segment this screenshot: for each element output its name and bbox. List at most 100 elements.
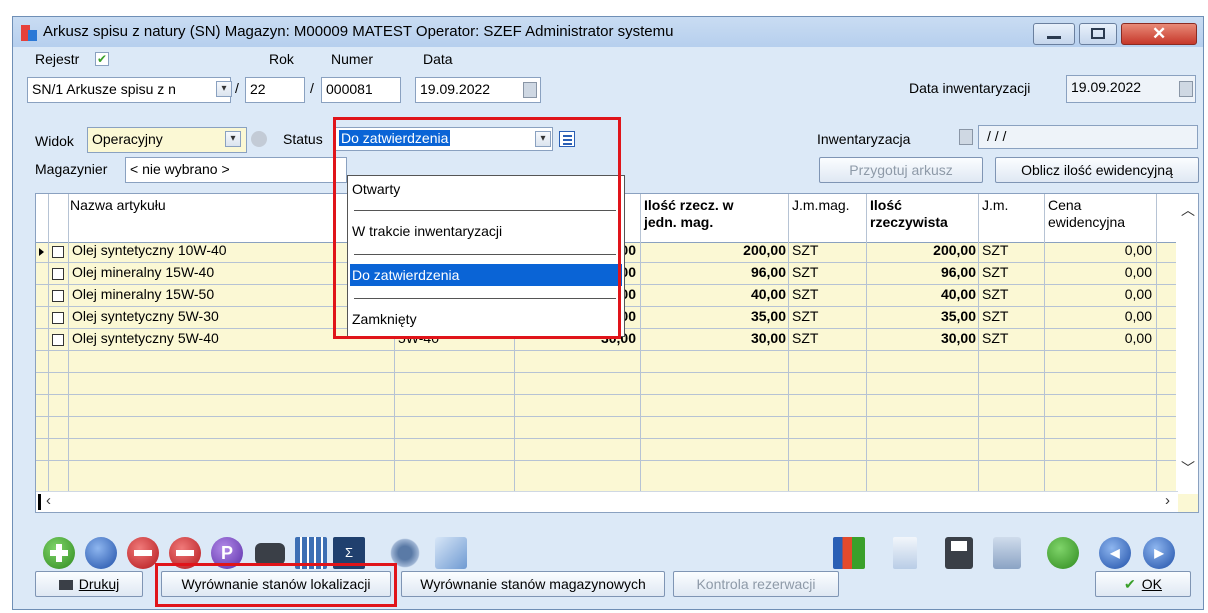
status-label: Status	[283, 131, 323, 147]
calendar-icon[interactable]	[1179, 81, 1193, 97]
numer-field[interactable]: 000081	[321, 77, 401, 103]
rejestr-field[interactable]: SN/1 Arkusze spisu z n	[27, 77, 231, 103]
copy-icon[interactable]	[993, 537, 1021, 569]
chevron-down-icon[interactable]: ▾	[225, 131, 241, 147]
row-nazwa[interactable]: Olej syntetyczny 5W-40	[72, 328, 219, 348]
col-jm-mag[interactable]: J.m.mag.	[792, 197, 850, 214]
close-button[interactable]: ✕	[1121, 23, 1197, 45]
magazynier-select[interactable]: < nie wybrano >	[125, 157, 347, 183]
chevron-down-icon[interactable]: ﹀	[1181, 458, 1195, 478]
oblicz-ilosc-button[interactable]: Oblicz ilość ewidencyjną	[995, 157, 1199, 183]
row-ilosc-rz[interactable]: 35,00	[870, 306, 976, 326]
row-checkbox[interactable]	[52, 334, 64, 346]
row-ilosc-rz[interactable]: 40,00	[870, 284, 976, 304]
chevron-left-icon[interactable]: ‹	[46, 492, 51, 509]
next-icon[interactable]: ▶	[1143, 537, 1175, 569]
row-ilosc-rz[interactable]: 96,00	[870, 262, 976, 282]
rok-field[interactable]: 22	[245, 77, 305, 103]
vertical-scrollbar[interactable]: ︿ ﹀	[1176, 194, 1198, 494]
chart-icon[interactable]	[833, 537, 865, 569]
row-jm-mag[interactable]: SZT	[792, 328, 818, 348]
col-ilosc-mag[interactable]: Ilość rzecz. w jedn. mag.	[644, 197, 733, 231]
chevron-up-icon[interactable]: ︿	[1181, 200, 1195, 220]
row-cena[interactable]: 0,00	[1048, 306, 1152, 326]
row-nazwa[interactable]: Olej mineralny 15W-50	[72, 284, 214, 304]
row-checkbox[interactable]	[52, 268, 64, 280]
ok-label: OK	[1141, 576, 1162, 592]
row-ilosc-mag[interactable]: 96,00	[644, 262, 786, 282]
col-jm[interactable]: J.m.	[982, 197, 1008, 214]
col-cena[interactable]: Cena ewidencyjna	[1048, 197, 1125, 231]
kontrola-rezerwacji-button[interactable]: Kontrola rezerwacji	[673, 571, 839, 597]
binoculars-icon[interactable]	[255, 543, 285, 565]
row-checkbox[interactable]	[52, 246, 64, 258]
inwentaryzacja-label: Inwentaryzacja	[817, 131, 911, 147]
col-cena-line2: ewidencyjna	[1048, 214, 1126, 230]
document-icon[interactable]	[893, 537, 917, 569]
row-jm-mag[interactable]: SZT	[792, 284, 818, 304]
row-jm[interactable]: SZT	[982, 306, 1008, 326]
row-nazwa[interactable]: Olej syntetyczny 10W-40	[72, 240, 227, 260]
row-ilosc-mag[interactable]: 40,00	[644, 284, 786, 304]
row-cena[interactable]: 0,00	[1048, 262, 1152, 282]
col-nazwa[interactable]: Nazwa artykułu	[70, 197, 166, 214]
chevron-down-icon[interactable]: ▾	[216, 81, 232, 97]
row-ilosc-mag[interactable]: 35,00	[644, 306, 786, 326]
col-ilosc-rz-line2: rzeczywista	[870, 214, 948, 230]
prev-icon[interactable]: ◀	[1099, 537, 1131, 569]
save-icon[interactable]	[945, 537, 973, 569]
row-ilosc-mag[interactable]: 200,00	[644, 240, 786, 260]
row-cena[interactable]: 0,00	[1048, 240, 1152, 260]
status-highlight-frame	[333, 117, 621, 339]
window-title: Arkusz spisu z natury (SN) Magazyn: M000…	[43, 23, 674, 40]
row-checkbox[interactable]	[52, 312, 64, 324]
row-ilosc-mag[interactable]: 30,00	[644, 328, 786, 348]
col-ilosc-rz[interactable]: Ilość rzeczywista	[870, 197, 948, 231]
row-cena[interactable]: 0,00	[1048, 328, 1152, 348]
rejestr-check-icon[interactable]: ✔	[95, 52, 109, 66]
data-inwentaryzacji-field[interactable]: 19.09.2022	[1066, 75, 1196, 103]
row-jm-mag[interactable]: SZT	[792, 240, 818, 260]
ok-button[interactable]: ✔ OK	[1095, 571, 1191, 597]
row-marker	[38, 494, 41, 510]
row-ilosc-rz[interactable]: 30,00	[870, 328, 976, 348]
close-icon: ✕	[1152, 24, 1167, 43]
horizontal-scrollbar[interactable]: ‹ ›	[36, 491, 1178, 512]
przygotuj-arkusz-button[interactable]: Przygotuj arkusz	[819, 157, 983, 183]
minimize-button[interactable]	[1033, 23, 1075, 45]
data-inwentaryzacji-label: Data inwentaryzacji	[909, 80, 1031, 96]
maximize-button[interactable]	[1079, 23, 1117, 45]
row-jm[interactable]: SZT	[982, 284, 1008, 304]
calendar-icon[interactable]	[523, 82, 537, 98]
rok-label: Rok	[269, 51, 294, 67]
row-jm[interactable]: SZT	[982, 240, 1008, 260]
app-icon	[21, 25, 37, 41]
refresh-icon[interactable]	[1047, 537, 1079, 569]
check-icon: ✔	[1124, 576, 1136, 592]
row-jm[interactable]: SZT	[982, 328, 1008, 348]
wyrownanie-magazynowych-button[interactable]: Wyrównanie stanów magazynowych	[401, 571, 665, 597]
row-cena[interactable]: 0,00	[1048, 284, 1152, 304]
export-icon[interactable]	[435, 537, 467, 569]
inwentaryzacja-field[interactable]: / / /	[978, 125, 1198, 149]
chevron-right-icon[interactable]: ›	[1165, 492, 1170, 509]
picker-icon[interactable]	[959, 129, 973, 145]
numer-label: Numer	[331, 51, 374, 67]
row-nazwa[interactable]: Olej mineralny 15W-40	[72, 262, 214, 282]
col-ilosc-mag-line2: jedn. mag.	[644, 214, 714, 230]
drukuj-button[interactable]: Drukuj	[35, 571, 143, 597]
row-checkbox[interactable]	[52, 290, 64, 302]
col-ilosc-mag-line1: Ilość rzecz. w	[644, 197, 734, 213]
preview-icon[interactable]	[85, 537, 117, 569]
row-jm-mag[interactable]: SZT	[792, 262, 818, 282]
row-ilosc-rz[interactable]: 200,00	[870, 240, 976, 260]
title-bar: Arkusz spisu z natury (SN) Magazyn: M000…	[13, 17, 1203, 47]
add-icon[interactable]	[43, 537, 75, 569]
status-dot-icon	[251, 131, 267, 147]
row-jm[interactable]: SZT	[982, 262, 1008, 282]
row-jm-mag[interactable]: SZT	[792, 306, 818, 326]
widok-select[interactable]: Operacyjny	[87, 127, 247, 153]
col-cena-line1: Cena	[1048, 197, 1082, 213]
printer-icon	[58, 580, 73, 591]
row-nazwa[interactable]: Olej syntetyczny 5W-30	[72, 306, 219, 326]
